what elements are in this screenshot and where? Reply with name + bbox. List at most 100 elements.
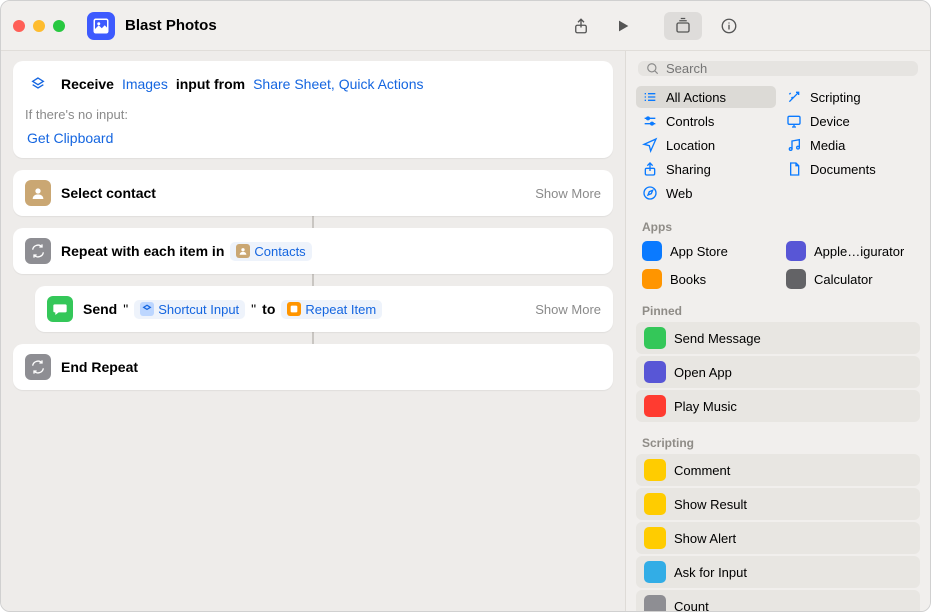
action-item[interactable]: Ask for Input: [636, 556, 920, 588]
repeat-variable-label: Contacts: [254, 244, 305, 259]
category-location[interactable]: Location: [636, 134, 776, 156]
category-scripting[interactable]: Scripting: [780, 86, 920, 108]
messages-app-icon: [47, 296, 73, 322]
action-icon: [644, 395, 666, 417]
category-label: Sharing: [666, 162, 711, 177]
share-icon: [642, 161, 658, 177]
action-repeat-with-each[interactable]: Repeat with each item in Contacts: [13, 228, 613, 274]
action-receive-input[interactable]: Receive Images input from Share Sheet, Q…: [13, 61, 613, 158]
action-select-contact[interactable]: Select contact Show More: [13, 170, 613, 216]
action-item[interactable]: Send Message: [636, 322, 920, 354]
list-icon: [642, 89, 658, 105]
close-button[interactable]: [13, 20, 25, 32]
action-item[interactable]: Play Music: [636, 390, 920, 422]
receive-types-token[interactable]: Images: [120, 76, 170, 92]
location-icon: [642, 137, 658, 153]
action-icon: [644, 561, 666, 583]
receive-sources-token[interactable]: Share Sheet, Quick Actions: [251, 76, 425, 92]
end-repeat-label: End Repeat: [61, 359, 138, 375]
app-label: Apple…igurator: [814, 244, 904, 259]
show-more-button[interactable]: Show More: [535, 186, 601, 201]
contacts-app-icon: [25, 180, 51, 206]
shortcut-title[interactable]: Blast Photos: [125, 17, 562, 34]
library-search[interactable]: [638, 61, 918, 76]
zoom-button[interactable]: [53, 20, 65, 32]
action-icon: [644, 527, 666, 549]
shortcuts-editor-window: Blast Photos: [0, 0, 931, 612]
quote-open: ": [123, 301, 128, 317]
category-documents[interactable]: Documents: [780, 158, 920, 180]
category-label: Web: [666, 186, 693, 201]
apps-list: App Store Apple…igurator Books Calculator: [626, 238, 930, 296]
library-toggle-button[interactable]: [664, 12, 702, 40]
action-item[interactable]: Open App: [636, 356, 920, 388]
app-item[interactable]: Calculator: [780, 266, 920, 292]
desktop-icon: [786, 113, 802, 129]
send-content-variable[interactable]: Shortcut Input: [134, 300, 245, 319]
app-item[interactable]: App Store: [636, 238, 776, 264]
app-label: Books: [670, 272, 706, 287]
repeat-icon: [25, 238, 51, 264]
action-label: Show Result: [674, 497, 747, 512]
action-item[interactable]: Show Result: [636, 488, 920, 520]
repeat-icon: [25, 354, 51, 380]
action-item[interactable]: Show Alert: [636, 522, 920, 554]
action-icon: [644, 595, 666, 611]
titlebar: Blast Photos: [1, 1, 930, 51]
category-label: Controls: [666, 114, 714, 129]
send-recipient-variable[interactable]: Repeat Item: [281, 300, 382, 319]
action-icon: [644, 327, 666, 349]
action-icon: [644, 459, 666, 481]
category-sharing[interactable]: Sharing: [636, 158, 776, 180]
select-contact-label: Select contact: [61, 185, 156, 201]
minimize-button[interactable]: [33, 20, 45, 32]
category-label: Location: [666, 138, 715, 153]
app-item[interactable]: Apple…igurator: [780, 238, 920, 264]
category-label: Scripting: [810, 90, 861, 105]
window-controls: [13, 20, 65, 32]
action-item[interactable]: Count: [636, 590, 920, 611]
category-web[interactable]: Web: [636, 182, 776, 204]
app-icon: [786, 241, 806, 261]
app-icon: [642, 269, 662, 289]
shortcut-editor: Receive Images input from Share Sheet, Q…: [1, 51, 625, 611]
app-item[interactable]: Books: [636, 266, 776, 292]
show-more-button[interactable]: Show More: [535, 302, 601, 317]
category-device[interactable]: Device: [780, 110, 920, 132]
category-media[interactable]: Media: [780, 134, 920, 156]
category-grid: All Actions Scripting Controls Device Locati…: [626, 82, 930, 212]
action-send-message[interactable]: Send " Shortcut Input " to: [35, 286, 613, 332]
shortcut-input-label: Shortcut Input: [158, 302, 239, 317]
shortcut-input-chip-icon: [140, 302, 154, 316]
no-input-fallback-token[interactable]: Get Clipboard: [25, 130, 115, 146]
action-label: Count: [674, 599, 709, 612]
action-label: Comment: [674, 463, 730, 478]
send-label: Send: [83, 301, 117, 317]
category-controls[interactable]: Controls: [636, 110, 776, 132]
repeat-item-chip-icon: [287, 302, 301, 316]
repeat-variable-contacts[interactable]: Contacts: [230, 242, 311, 261]
action-library-sidebar: All Actions Scripting Controls Device Locati…: [625, 51, 930, 611]
share-button[interactable]: [562, 12, 600, 40]
scripting-list: Comment Show Result Show Alert Ask for Inpu…: [626, 454, 930, 611]
pinned-list: Send Message Open App Play Music: [626, 322, 930, 428]
app-icon: [642, 241, 662, 261]
action-label: Send Message: [674, 331, 761, 346]
category-label: All Actions: [666, 90, 726, 105]
category-label: Media: [810, 138, 845, 153]
action-label: Open App: [674, 365, 732, 380]
action-end-repeat[interactable]: End Repeat: [13, 344, 613, 390]
slider-icon: [642, 113, 658, 129]
action-label: Ask for Input: [674, 565, 747, 580]
category-all-actions[interactable]: All Actions: [636, 86, 776, 108]
app-label: App Store: [670, 244, 728, 259]
action-item[interactable]: Comment: [636, 454, 920, 486]
search-input[interactable]: [666, 61, 910, 76]
details-button[interactable]: [710, 12, 748, 40]
shortcut-icon: [87, 12, 115, 40]
action-label: Play Music: [674, 399, 737, 414]
wand-icon: [786, 89, 802, 105]
run-button[interactable]: [604, 12, 642, 40]
safari-icon: [642, 185, 658, 201]
send-to-label: to: [262, 301, 275, 317]
